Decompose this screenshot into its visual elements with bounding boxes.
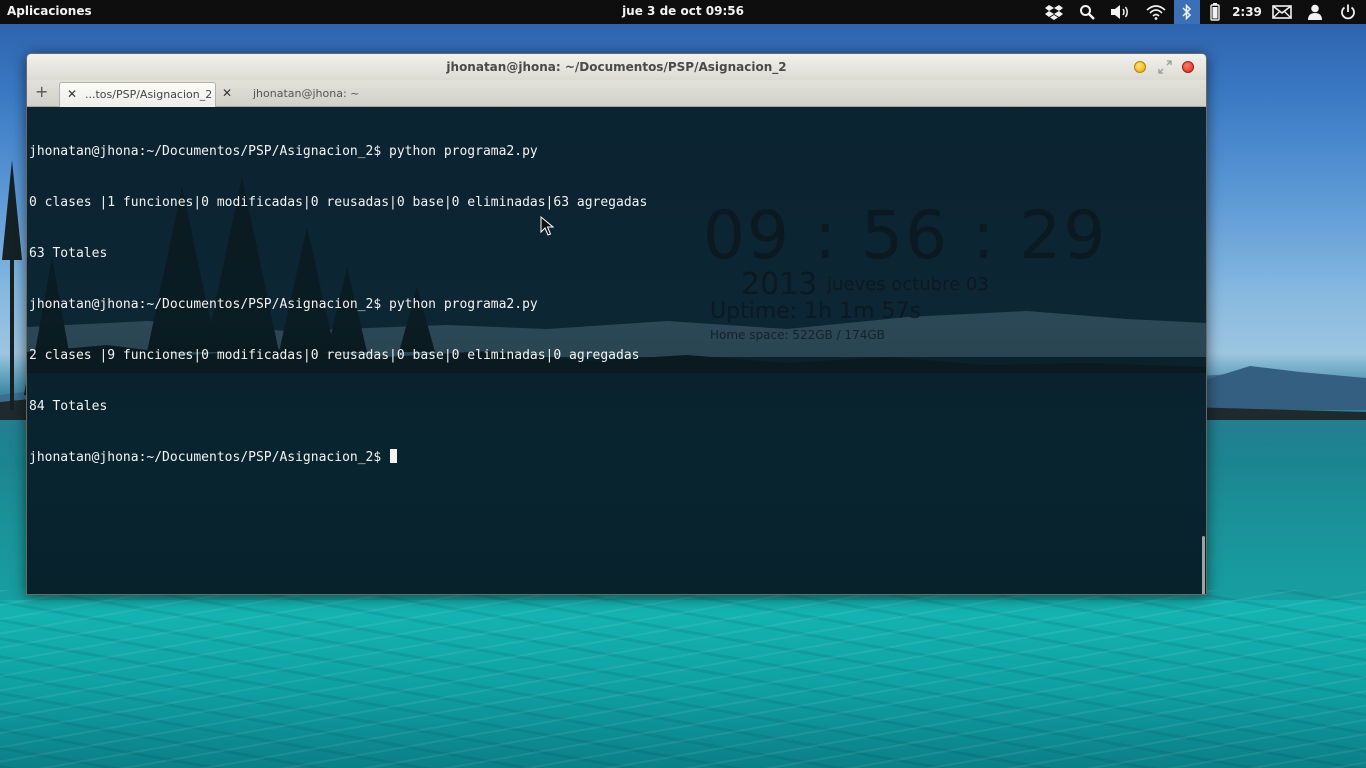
maximize-button[interactable] [1158, 59, 1172, 74]
top-panel: Aplicaciones jue 3 de oct 09:56 2:39 [0, 0, 1366, 24]
terminal-line: jhonatan@jhona:~/Documentos/PSP/Asignaci… [29, 297, 538, 312]
window-titlebar[interactable]: jhonatan@jhona: ~/Documentos/PSP/Asignac… [27, 54, 1206, 80]
panel-clock[interactable]: jue 3 de oct 09:56 [622, 4, 744, 18]
terminal-output[interactable]: jhonatan@jhona:~/Documentos/PSP/Asignaci… [29, 109, 647, 500]
mail-icon[interactable] [1264, 0, 1300, 24]
terminal-line: 2 clases |9 funciones|0 modificadas|0 re… [29, 348, 640, 363]
indicator-area: 2:39 [1036, 0, 1366, 24]
tab-asignacion[interactable]: ✕ ...tos/PSP/Asignacion_2 [59, 82, 216, 107]
dropbox-icon[interactable] [1036, 0, 1072, 24]
volume-icon[interactable] [1102, 0, 1138, 24]
terminal-prompt: jhonatan@jhona:~/Documentos/PSP/Asignaci… [29, 450, 390, 465]
new-tab-button[interactable]: + [35, 84, 48, 100]
conky-uptime: Uptime: 1h 1m 57s [710, 299, 921, 324]
power-icon[interactable] [1330, 0, 1366, 24]
conky-home-space: Home space: 522GB / 174GB [710, 328, 885, 342]
conky-date: jueves octubre 03 [827, 274, 989, 295]
bluetooth-icon[interactable] [1174, 0, 1200, 24]
search-icon[interactable] [1072, 0, 1102, 24]
wifi-icon[interactable] [1138, 0, 1174, 24]
conky-time: 09 : 56 : 29 [703, 197, 1108, 274]
battery-time[interactable]: 2:39 [1230, 0, 1264, 24]
tab-label: ...tos/PSP/Asignacion_2 [85, 88, 213, 101]
terminal-line: 63 Totales [29, 246, 108, 261]
tab-close-icon[interactable]: ✕ [67, 87, 77, 101]
close-button[interactable] [1182, 61, 1194, 73]
tab-bar: + ✕ ...tos/PSP/Asignacion_2 ✕ jhonatan@j… [27, 80, 1206, 107]
terminal-window: jhonatan@jhona: ~/Documentos/PSP/Asignac… [26, 53, 1207, 595]
mouse-pointer-icon [540, 216, 554, 236]
applications-menu-button[interactable]: Aplicaciones [7, 4, 92, 18]
text-cursor [390, 449, 398, 463]
user-icon[interactable] [1300, 0, 1330, 24]
minimize-button[interactable] [1134, 61, 1146, 73]
terminal-scrollbar[interactable] [1202, 536, 1205, 594]
terminal-line: jhonatan@jhona:~/Documentos/PSP/Asignaci… [29, 144, 538, 159]
terminal-line: 0 clases |1 funciones|0 modificadas|0 re… [29, 195, 648, 210]
maximize-icon [1158, 60, 1172, 74]
window-title: jhonatan@jhona: ~/Documentos/PSP/Asignac… [446, 60, 787, 74]
terminal-prompt-line[interactable]: jhonatan@jhona:~/Documentos/PSP/Asignaci… [29, 449, 647, 466]
tab-home[interactable]: ✕ jhonatan@jhona: ~ [217, 82, 372, 106]
tab-close-icon[interactable]: ✕ [222, 86, 232, 100]
terminal-area[interactable]: 09 : 56 : 29 2013 jueves octubre 03 Upti… [27, 107, 1206, 594]
tab-label: jhonatan@jhona: ~ [253, 87, 360, 100]
conky-year: 2013 [741, 267, 818, 302]
terminal-line: 84 Totales [29, 399, 108, 414]
battery-icon[interactable] [1200, 0, 1230, 24]
